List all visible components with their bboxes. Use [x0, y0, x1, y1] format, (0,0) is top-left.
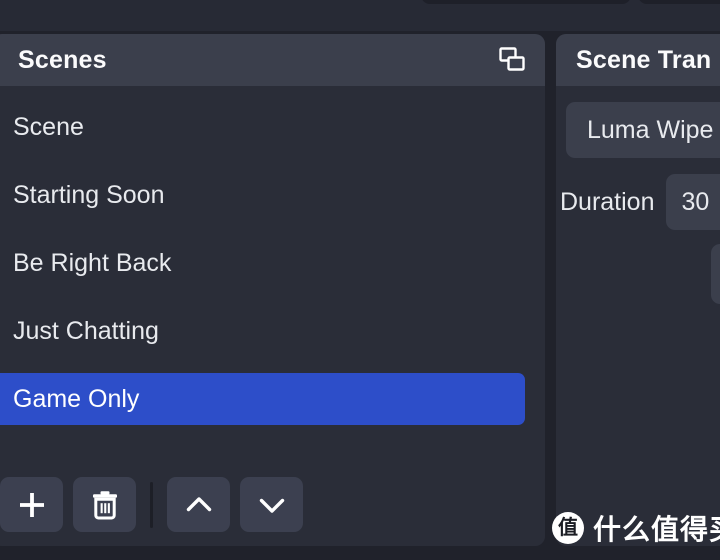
top-toolbar-strip	[0, 0, 720, 31]
top-toolbar-chip-1[interactable]	[421, 0, 631, 4]
transition-duration-row: Duration 30	[560, 174, 720, 230]
chevron-up-icon	[182, 488, 216, 522]
obs-scene-panels-window: Scenes Scene Starting Soon Be Right Back	[0, 0, 720, 560]
add-scene-button[interactable]	[0, 477, 63, 532]
scene-list-item-starting-soon[interactable]: Starting Soon	[0, 169, 525, 221]
transition-type-value: Luma Wipe	[587, 115, 714, 144]
scene-item-label: Starting Soon	[13, 180, 165, 209]
scene-transitions-panel-header: Scene Tran	[556, 34, 720, 86]
transition-duration-input[interactable]: 30	[665, 174, 720, 230]
chevron-down-icon	[255, 488, 289, 522]
scene-transitions-panel-title: Scene Tran	[576, 45, 712, 74]
scenes-panel-title: Scenes	[18, 45, 107, 74]
scene-item-label: Be Right Back	[13, 248, 172, 277]
duplicate-windows-icon[interactable]	[497, 45, 527, 75]
scene-transitions-panel: Scene Tran Luma Wipe Duration 30	[556, 34, 720, 546]
plus-icon	[15, 488, 49, 522]
scenes-panel-body: Scene Starting Soon Be Right Back Just C…	[0, 86, 545, 546]
top-toolbar-chip-2[interactable]	[638, 0, 720, 4]
scenes-toolbar	[0, 477, 303, 532]
scene-item-label: Scene	[13, 112, 84, 141]
scene-list: Scene Starting Soon Be Right Back Just C…	[0, 86, 545, 441]
scene-transitions-panel-body: Luma Wipe Duration 30	[556, 86, 720, 546]
scene-list-item-just-chatting[interactable]: Just Chatting	[0, 305, 525, 357]
scene-item-label: Game Only	[13, 384, 140, 413]
scene-item-label: Just Chatting	[13, 316, 159, 345]
scene-list-item-game-only[interactable]: Game Only	[0, 373, 525, 425]
scenes-panel-header: Scenes	[0, 34, 545, 86]
scene-list-item-scene[interactable]: Scene	[0, 101, 525, 153]
remove-scene-button[interactable]	[73, 477, 136, 532]
move-scene-down-button[interactable]	[240, 477, 303, 532]
move-scene-up-button[interactable]	[167, 477, 230, 532]
trash-icon	[89, 488, 121, 522]
scene-list-item-be-right-back[interactable]: Be Right Back	[0, 237, 525, 289]
scenes-panel: Scenes Scene Starting Soon Be Right Back	[0, 34, 545, 546]
transition-duration-label: Duration	[560, 187, 655, 216]
transition-duration-stepper[interactable]	[711, 244, 720, 304]
toolbar-separator	[150, 481, 153, 528]
transition-type-select[interactable]: Luma Wipe	[566, 102, 720, 158]
transition-duration-value: 30	[681, 187, 710, 216]
